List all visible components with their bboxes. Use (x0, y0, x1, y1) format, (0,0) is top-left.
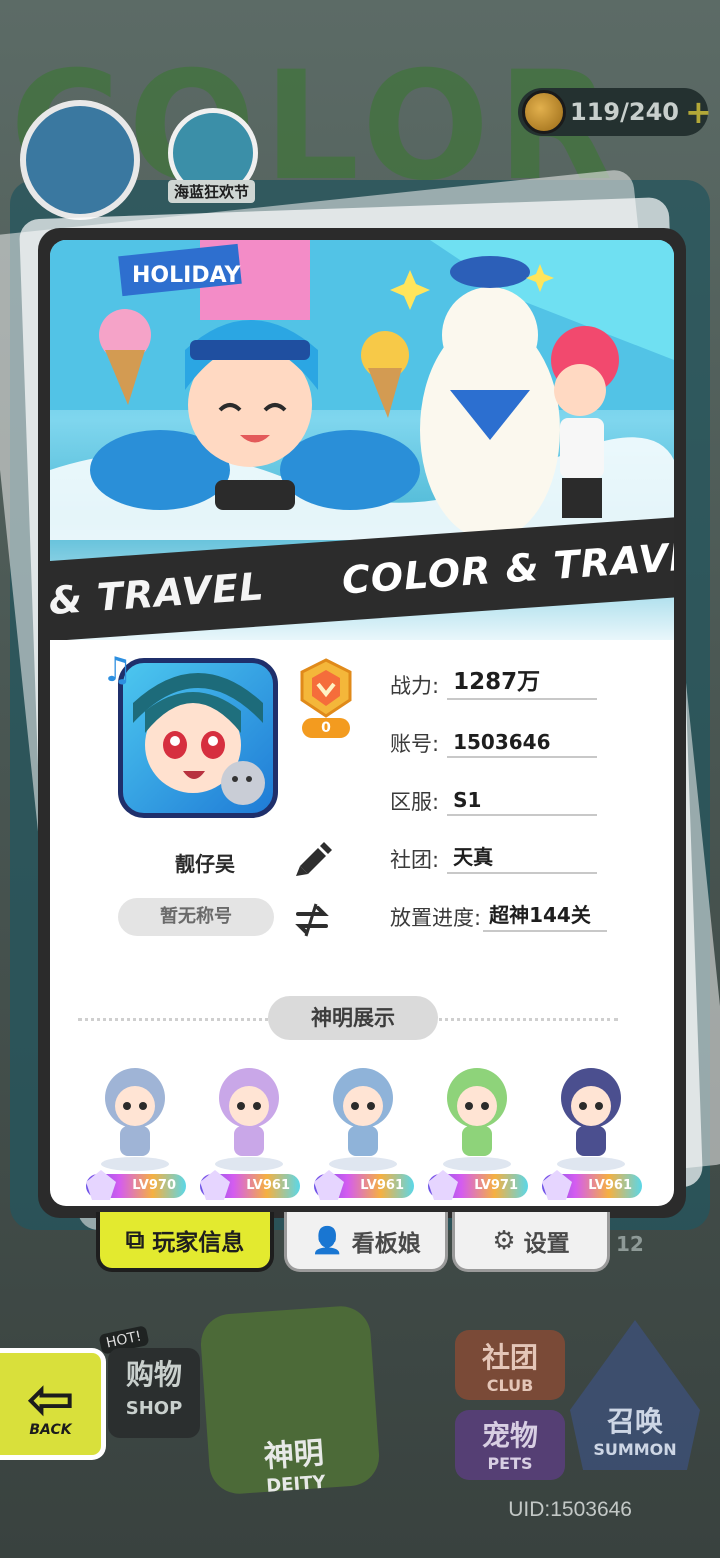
deity-level-text: LV971 (474, 1178, 518, 1193)
deity-portrait (215, 1068, 283, 1171)
stripe-main-text: COLOR & TRAVEL (340, 532, 674, 603)
music-note-icon: ♫ (102, 650, 133, 690)
background-avatar (20, 100, 140, 220)
player-avatar[interactable] (118, 658, 278, 818)
nav-summon-label: 召唤 (606, 1405, 663, 1438)
title-badge[interactable]: 暂无称号 (118, 898, 274, 936)
deity-level-text: LV961 (246, 1178, 290, 1193)
tab-player-info-label: 玩家信息 (152, 1230, 245, 1256)
deity-portrait (101, 1068, 169, 1171)
showcase-title: 神明展示 (268, 996, 438, 1040)
nav-deity-label-en: DEITY (265, 1471, 327, 1497)
crystal-icon (314, 1170, 344, 1200)
back-button[interactable]: ⇦ BACK (0, 1348, 106, 1460)
banner-sign: HOLIDAY (132, 263, 242, 288)
nav-shop[interactable]: 购物 SHOP (108, 1348, 200, 1438)
player-info-card-body: HOLIDAY & TRAVEL COLOR & TRAVEL ♫ 0 靓仔吴 … (50, 240, 674, 1206)
player-name: 靓仔吴 (175, 852, 235, 876)
deity-card[interactable]: LV961 (308, 1052, 418, 1202)
power-value: 1287万 (447, 662, 598, 700)
nav-shop-label-en: SHOP (125, 1398, 183, 1419)
deity-level-badge: LV961 (542, 1170, 642, 1200)
currency-counter[interactable]: 119/240 + (518, 88, 712, 136)
page-indicator: 12 (616, 1232, 644, 1256)
id-card-icon: ⧉ (125, 1224, 145, 1255)
user-swap-icon: 👤 (311, 1225, 344, 1256)
back-arrow-icon: ⇦ (26, 1365, 75, 1433)
stripe-left-text: & TRAVEL (50, 564, 266, 624)
currency-amount: 119/240 (570, 98, 679, 126)
info-row-server: 区服: S1 (390, 780, 598, 816)
gear-icon: ⚙ (492, 1225, 516, 1256)
account-value: 1503646 (447, 730, 598, 758)
deity-level-badge: LV970 (86, 1170, 186, 1200)
deity-portrait (557, 1068, 625, 1171)
deity-card[interactable]: LV961 (194, 1052, 304, 1202)
nav-pets-label: 宠物 (481, 1419, 538, 1452)
tab-settings-label: 设置 (523, 1230, 570, 1257)
tab-mascot[interactable]: 👤 看板娘 (284, 1212, 448, 1272)
nav-club-label-en: CLUB (486, 1376, 534, 1395)
info-row-power: 战力: 1287万 (390, 662, 598, 700)
tab-settings[interactable]: ⚙ 设置 (452, 1212, 610, 1272)
progress-value: 超神144关 (483, 899, 608, 932)
nav-club-label: 社团 (481, 1341, 538, 1374)
nav-pets-label-en: PETS (487, 1454, 533, 1473)
deity-level-text: LV961 (360, 1178, 404, 1193)
account-label: 账号: (390, 732, 440, 756)
server-value: S1 (447, 788, 598, 816)
club-label: 社团: (390, 848, 440, 872)
nav-deity[interactable]: 神明 DEITY (198, 1304, 382, 1497)
edit-name-icon[interactable] (290, 838, 334, 878)
player-avatar-frame[interactable]: ♫ (102, 650, 292, 836)
back-label: BACK (29, 1422, 72, 1438)
info-row-progress: 放置进度: 超神144关 (390, 896, 608, 932)
deity-level-text: LV970 (132, 1178, 176, 1193)
club-value: 天真 (447, 841, 598, 874)
server-label: 区服: (390, 790, 440, 814)
event-label: 海蓝狂欢节 (168, 180, 256, 203)
add-currency-button[interactable]: + (685, 96, 712, 128)
progress-label: 放置进度: (390, 906, 482, 930)
nav-summon-label-en: SUMMON (593, 1440, 677, 1459)
info-row-account: 账号: 1503646 (390, 722, 598, 758)
nav-pets[interactable]: 宠物 PETS (455, 1410, 565, 1480)
deity-card[interactable]: LV971 (422, 1052, 532, 1202)
swap-title-icon[interactable] (290, 900, 334, 940)
player-info-card: HOLIDAY & TRAVEL COLOR & TRAVEL ♫ 0 靓仔吴 … (38, 228, 686, 1218)
deity-level-badge: LV971 (428, 1170, 528, 1200)
crystal-icon (542, 1170, 572, 1200)
tab-player-info[interactable]: ⧉ 玩家信息 (96, 1212, 274, 1272)
nav-club[interactable]: 社团 CLUB (455, 1330, 565, 1400)
deity-level-badge: LV961 (200, 1170, 300, 1200)
deity-level-badge: LV961 (314, 1170, 414, 1200)
coin-icon (522, 90, 566, 134)
info-row-club: 社团: 天真 (390, 838, 598, 874)
rank-badge-icon[interactable] (296, 658, 356, 718)
deity-card[interactable]: LV970 (80, 1052, 190, 1202)
tab-mascot-label: 看板娘 (351, 1230, 421, 1257)
bottom-nav: HOT! 购物 SHOP 神明 DEITY 社团 CLUB 宠物 PETS 召唤… (0, 1290, 720, 1500)
crystal-icon (200, 1170, 230, 1200)
avatar-art (133, 673, 265, 805)
deity-level-text: LV961 (588, 1178, 632, 1193)
crystal-icon (428, 1170, 458, 1200)
banner-illustration: HOLIDAY & TRAVEL COLOR & TRAVEL (50, 240, 674, 640)
deity-card[interactable]: LV961 (536, 1052, 646, 1202)
nav-shop-label: 购物 (125, 1358, 182, 1391)
nav-summon[interactable]: 召唤 SUMMON (575, 1400, 695, 1480)
deity-portrait (329, 1068, 397, 1171)
rank-count: 0 (302, 718, 350, 738)
uid-label: UID:1503646 (508, 1498, 632, 1521)
power-label: 战力: (390, 674, 440, 698)
nav-deity-label: 神明 (262, 1435, 326, 1475)
crystal-icon (86, 1170, 116, 1200)
deity-portrait (443, 1068, 511, 1171)
